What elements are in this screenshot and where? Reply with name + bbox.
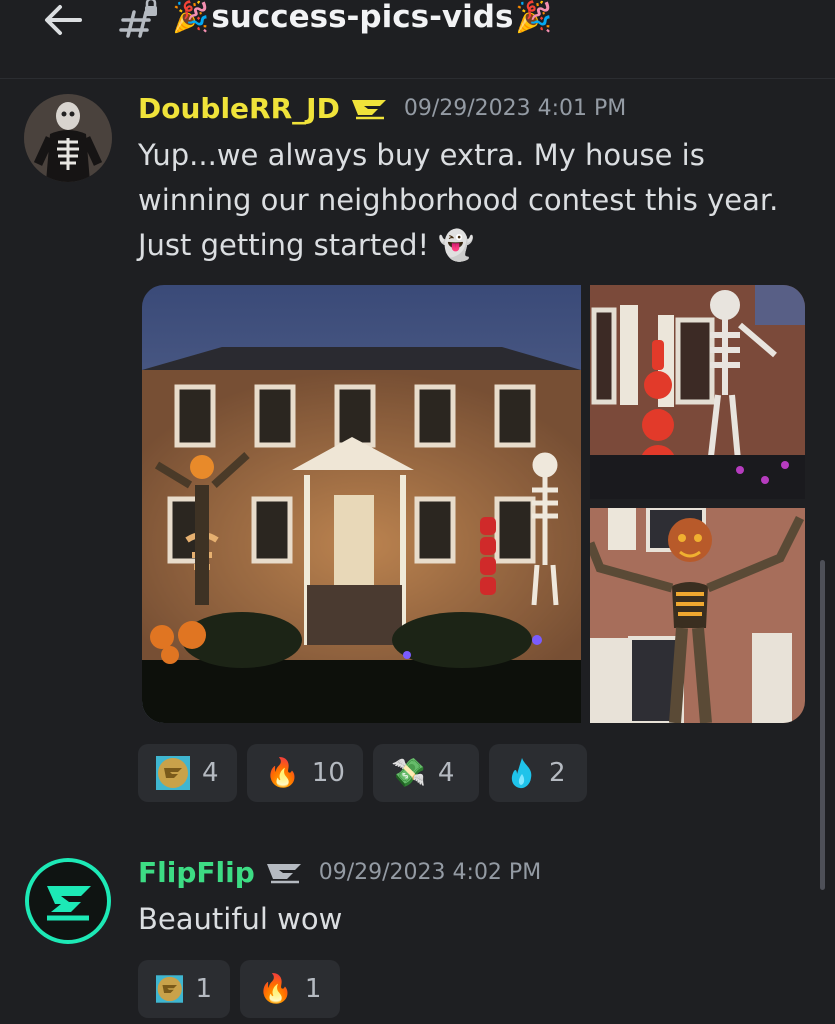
fire-emoji: 🔥 [258, 972, 293, 1005]
locked-channel-hash-icon [119, 0, 157, 38]
money-with-wings-emoji: 💸 [391, 756, 426, 789]
flipflip-coin-icon [156, 756, 190, 790]
reaction-fire[interactable]: 🔥 1 [240, 960, 340, 1018]
reaction-fire[interactable]: 🔥 10 [247, 744, 363, 802]
channel-title: 🎉 success-pics-vids 🎉 [172, 0, 553, 40]
reaction-flipflip-coin[interactable]: 1 [138, 960, 230, 1018]
attachment-image-skull-column[interactable] [590, 285, 805, 499]
reactions-bar: 1 🔥 1 [138, 960, 340, 1018]
message-line: Beautiful wow [138, 902, 343, 936]
timestamp: 09/29/2023 4:02 PM [318, 860, 542, 885]
channel-header: 🎉 success-pics-vids 🎉 [0, 0, 835, 79]
scrollbar[interactable] [820, 560, 825, 890]
attachment-image-pumpkin-skeleton[interactable] [590, 508, 805, 723]
avatar[interactable] [25, 858, 111, 944]
flipflip-role-icon [351, 99, 386, 119]
username[interactable]: FlipFlip [138, 856, 255, 889]
party-popper-emoji: 🎉 [172, 0, 210, 35]
timestamp: 09/29/2023 4:01 PM [403, 96, 627, 121]
message-content: Beautiful wow [138, 897, 798, 942]
reaction-count: 4 [202, 758, 219, 788]
reaction-count: 1 [304, 974, 322, 1004]
fire-emoji: 🔥 [265, 756, 300, 789]
message-line: Yup...we always buy extra. My house is [138, 138, 705, 172]
avatar[interactable] [24, 94, 112, 182]
reaction-count: 1 [195, 974, 212, 1004]
attachment-image-house-front[interactable] [142, 285, 581, 723]
reaction-blue-fire[interactable]: 2 [489, 744, 587, 802]
party-popper-emoji: 🎉 [515, 0, 553, 35]
reaction-count: 10 [311, 758, 345, 788]
message-line: Just getting started! 👻 [138, 228, 475, 262]
flipflip-role-icon [266, 863, 301, 883]
back-arrow-icon[interactable] [40, 0, 84, 42]
reaction-count: 2 [549, 758, 566, 788]
reaction-flipflip-coin[interactable]: 4 [138, 744, 237, 802]
message-header: FlipFlip 09/29/2023 4:02 PM [138, 856, 541, 889]
message-content: Yup...we always buy extra. My house is w… [138, 133, 798, 268]
flipflip-coin-icon [156, 975, 184, 1003]
reactions-bar: 4 🔥 10 💸 4 2 [138, 744, 587, 802]
username[interactable]: DoubleRR_JD [138, 92, 340, 125]
channel-name: success-pics-vids [211, 0, 514, 35]
message-header: DoubleRR_JD 09/29/2023 4:01 PM [138, 92, 626, 125]
blue-fire-icon [511, 758, 532, 789]
message-line: winning our neighborhood contest this ye… [138, 183, 779, 217]
reaction-money-wings[interactable]: 💸 4 [373, 744, 479, 802]
reaction-count: 4 [437, 758, 455, 788]
